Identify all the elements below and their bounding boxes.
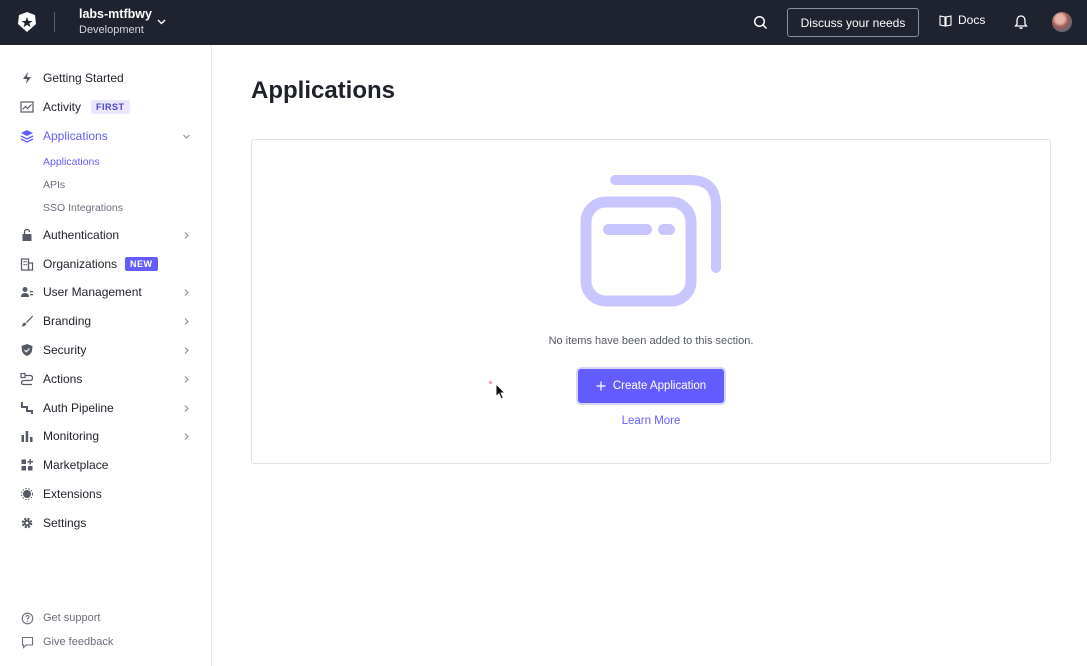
footer-label: Get support — [43, 612, 101, 624]
layers-icon — [20, 130, 34, 143]
sidebar-subitem-apis[interactable]: APIs — [43, 179, 65, 191]
plus-icon — [596, 381, 606, 391]
empty-state-message: No items have been added to this section… — [548, 335, 754, 347]
sidebar-item-label: Organizations — [43, 257, 118, 271]
learn-more-link[interactable]: Learn More — [251, 415, 1051, 427]
feedback-icon — [21, 636, 34, 649]
sidebar-item-label: User Management — [43, 285, 142, 299]
chevron-right-icon — [184, 288, 189, 296]
gear-icon — [21, 517, 33, 529]
search-icon[interactable] — [753, 15, 768, 30]
chevron-right-icon — [184, 346, 189, 354]
chevron-right-icon — [184, 432, 189, 440]
activity-chart-icon — [20, 101, 34, 113]
sidebar-item-getting-started[interactable]: Getting Started — [0, 65, 211, 91]
sidebar-item-label: Marketplace — [43, 458, 109, 472]
sidebar-item-settings[interactable]: Settings — [0, 510, 211, 536]
sidebar-item-label: Activity — [43, 100, 82, 114]
sidebar-item-user-management[interactable]: User Management — [0, 279, 211, 305]
flow-icon — [20, 372, 34, 386]
give-feedback-link[interactable]: Give feedback — [0, 632, 211, 652]
create-application-button[interactable]: Create Application — [578, 369, 724, 403]
get-support-link[interactable]: Get support — [0, 608, 211, 628]
chevron-right-icon — [184, 375, 189, 383]
bar-chart-icon — [21, 431, 33, 442]
user-avatar[interactable] — [1052, 12, 1072, 32]
bell-icon[interactable] — [1014, 14, 1028, 30]
mouse-pointer-icon — [495, 383, 506, 400]
sidebar-item-label: Auth Pipeline — [43, 401, 114, 415]
brush-icon — [21, 315, 33, 327]
sidebar-item-organizations[interactable]: Organizations NEW — [0, 251, 211, 277]
new-badge: NEW — [125, 257, 158, 271]
sidebar-item-marketplace[interactable]: Marketplace — [0, 452, 211, 478]
sidebar-item-label: Actions — [43, 372, 83, 386]
chevron-right-icon — [184, 317, 189, 325]
book-icon — [939, 14, 952, 27]
sidebar-item-monitoring[interactable]: Monitoring — [0, 423, 211, 449]
sidebar-item-label: Authentication — [43, 228, 120, 242]
docs-link[interactable]: Docs — [939, 13, 985, 27]
sidebar-subitem-sso-integrations[interactable]: SSO Integrations — [43, 202, 123, 214]
lock-icon — [22, 228, 32, 241]
sidebar-item-extensions[interactable]: Extensions — [0, 481, 211, 507]
click-indicator-dot — [489, 381, 492, 384]
applications-empty-icon — [580, 175, 721, 307]
chevron-down-icon — [183, 134, 190, 139]
shield-icon — [21, 344, 33, 356]
chevron-right-icon — [184, 404, 189, 412]
sidebar-item-auth-pipeline[interactable]: Auth Pipeline — [0, 395, 211, 421]
sidebar-item-label: Monitoring — [43, 429, 100, 443]
top-navigation-bar: labs-mtfbwy Development Discuss your nee… — [0, 0, 1087, 45]
users-icon — [21, 287, 33, 297]
footer-label: Give feedback — [43, 636, 114, 648]
sidebar: Getting Started Activity FIRST Applicati… — [0, 45, 212, 666]
sidebar-item-label: Branding — [43, 314, 92, 328]
sidebar-item-label: Security — [43, 343, 87, 357]
sidebar-item-label: Getting Started — [43, 71, 124, 85]
create-application-label: Create Application — [612, 380, 707, 392]
sidebar-item-applications[interactable]: Applications — [0, 123, 211, 149]
help-circle-icon — [21, 612, 34, 624]
sidebar-subitem-applications[interactable]: Applications — [43, 156, 100, 168]
discuss-your-needs-button[interactable]: Discuss your needs — [787, 8, 919, 37]
page-title: Applications — [251, 77, 396, 104]
tenant-environment: Development — [79, 24, 144, 36]
sidebar-item-security[interactable]: Security — [0, 337, 211, 363]
topbar-divider — [54, 12, 55, 32]
bolt-icon — [23, 72, 31, 84]
sidebar-item-activity[interactable]: Activity FIRST — [0, 94, 211, 120]
first-badge: FIRST — [91, 100, 130, 114]
sidebar-item-actions[interactable]: Actions — [0, 366, 211, 392]
docs-label: Docs — [958, 13, 986, 27]
auth0-logo-icon[interactable] — [16, 11, 38, 33]
sidebar-item-label: Settings — [43, 516, 87, 530]
building-icon — [20, 258, 34, 271]
sidebar-item-label: Extensions — [43, 487, 102, 501]
puzzle-icon — [21, 488, 33, 500]
chevron-down-icon[interactable] — [156, 16, 167, 27]
sidebar-item-branding[interactable]: Branding — [0, 308, 211, 334]
sidebar-item-label: Applications — [43, 129, 108, 143]
pipeline-icon — [21, 402, 33, 414]
tenant-selector[interactable]: labs-mtfbwy Development — [79, 7, 152, 38]
sidebar-item-authentication[interactable]: Authentication — [0, 222, 211, 248]
grid-plus-icon — [21, 459, 33, 471]
chevron-right-icon — [184, 231, 189, 239]
tenant-name: labs-mtfbwy — [79, 7, 152, 21]
